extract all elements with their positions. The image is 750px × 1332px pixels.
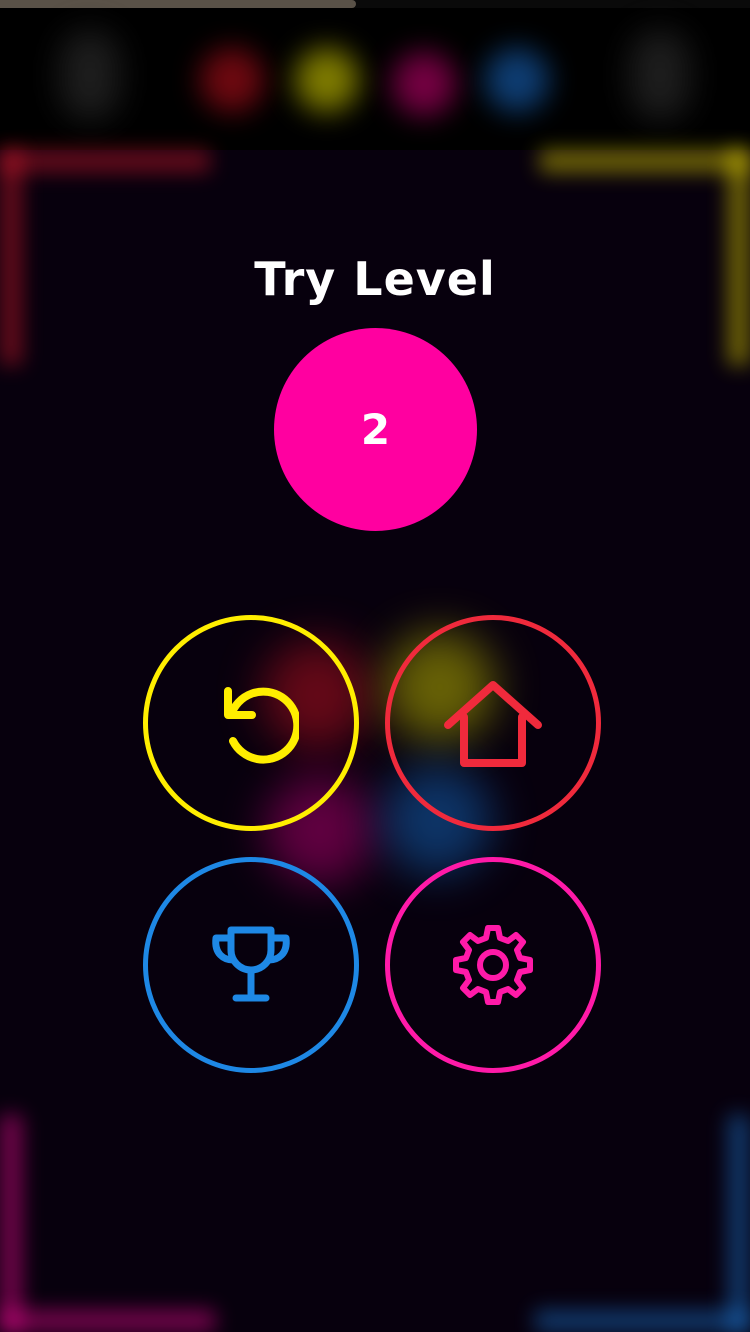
- board-wall-yellow-top: [540, 150, 750, 172]
- magenta-color-dot: [392, 52, 456, 116]
- level-progress-fill: [0, 0, 357, 8]
- board-wall-magenta-bottom: [0, 1310, 215, 1332]
- yellow-color-dot: [295, 48, 359, 112]
- top-hud: [0, 0, 750, 150]
- settings-button[interactable]: [385, 857, 601, 1073]
- leaderboard-button[interactable]: [143, 857, 359, 1073]
- home-button[interactable]: [385, 615, 601, 831]
- level-progress-bar: [0, 0, 750, 8]
- hud-right-slot: [630, 30, 690, 120]
- board-wall-blue-side: [728, 1115, 750, 1332]
- retry-icon: [203, 675, 299, 771]
- game-screen: Try Level 2: [0, 0, 750, 1332]
- dialog-title: Try Level: [254, 252, 496, 306]
- retry-button[interactable]: [143, 615, 359, 831]
- trophy-icon: [206, 920, 296, 1010]
- home-icon: [438, 673, 548, 773]
- level-number-badge: 2: [274, 328, 477, 531]
- red-color-dot: [200, 48, 264, 112]
- blue-color-dot: [485, 48, 549, 112]
- board-wall-blue-bottom: [535, 1310, 750, 1332]
- hud-left-slot: [60, 30, 120, 120]
- gear-icon: [448, 920, 538, 1010]
- board-wall-red-top: [0, 150, 210, 172]
- level-number: 2: [360, 405, 391, 454]
- board-wall-magenta-side: [0, 1115, 22, 1332]
